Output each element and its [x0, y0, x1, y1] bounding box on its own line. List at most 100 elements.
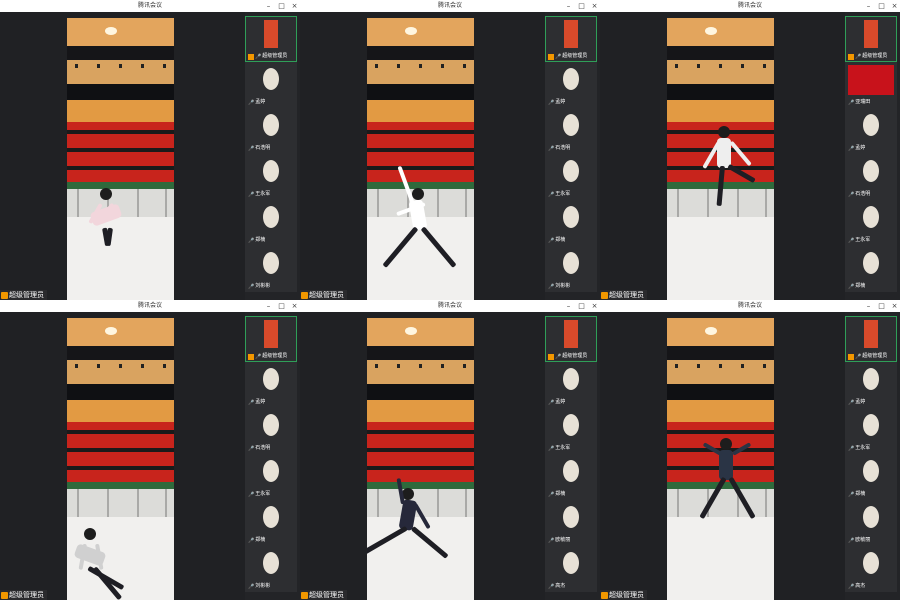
participant-tile[interactable]: 🎤 欧敏丽 — [845, 500, 897, 546]
participant-list: 🎤 超级管理员 🎤 孟婷 🎤 石浩明 🎤 王永军 🎤 郑楠 🎤 刘彬彬 — [545, 16, 597, 300]
close-button[interactable]: × — [291, 0, 298, 12]
participant-tile[interactable]: 🎤 超级管理员 — [545, 316, 597, 362]
presenter-name: 超级管理员 — [609, 591, 644, 599]
minimize-button[interactable]: – — [565, 300, 572, 312]
participant-tile[interactable]: 🎤 刘彬彬 — [245, 246, 297, 292]
mic-icon: 🎤 — [848, 399, 855, 406]
presenter-nametag: 超级管理员 — [300, 590, 347, 600]
participant-tile[interactable]: 🎤 石浩明 — [245, 408, 297, 454]
meeting-window: 腾讯会议 – □ × 超级管理员 🎤 超级管理员 🎤 亚瑞田 🎤 孟婷 🎤 石浩明 🎤 王永军 🎤 郑楠 — [600, 0, 900, 300]
participant-tile[interactable]: 🎤 郑楠 — [245, 500, 297, 546]
participant-tile[interactable]: 🎤 王永军 — [245, 454, 297, 500]
participant-name: 超级管理员 — [862, 53, 888, 59]
minimize-button[interactable]: – — [265, 0, 272, 12]
participant-tile[interactable]: 🎤 石浩明 — [845, 154, 897, 200]
participant-tile[interactable]: 🎤 欧敏丽 — [545, 500, 597, 546]
window-titlebar: 腾讯会议 – □ × — [600, 300, 900, 312]
participant-name: 郑楠 — [255, 237, 266, 243]
presenter-name: 超级管理员 — [9, 291, 44, 299]
participant-video-thumb — [264, 20, 278, 48]
maximize-button[interactable]: □ — [878, 0, 885, 12]
presenter-icon — [601, 291, 608, 299]
participant-tile[interactable]: 🎤 郑楠 — [245, 200, 297, 246]
presenter-icon — [301, 291, 308, 299]
host-icon — [548, 53, 554, 60]
spotlight — [119, 64, 122, 68]
ceiling-beam — [367, 46, 474, 60]
presenter-name: 超级管理员 — [309, 591, 344, 599]
participant-tile[interactable]: 🎤 石浩明 — [245, 108, 297, 154]
mic-icon: 🎤 — [548, 237, 555, 244]
participant-tile[interactable]: 🎤 孟婷 — [245, 362, 297, 408]
participant-label: 🎤 孟婷 — [548, 99, 565, 106]
participant-video-thumb — [564, 20, 578, 48]
ceiling-light — [705, 327, 717, 335]
participant-tile[interactable]: 🎤 王永军 — [845, 408, 897, 454]
participant-label: 🎤 超级管理员 — [548, 53, 587, 60]
avatar — [563, 460, 579, 482]
participant-tile[interactable]: 🎤 超级管理员 — [545, 16, 597, 62]
close-button[interactable]: × — [591, 300, 598, 312]
maximize-button[interactable]: □ — [878, 300, 885, 312]
avatar — [863, 114, 879, 136]
minimize-button[interactable]: – — [265, 300, 272, 312]
participant-label: 🎤 王永军 — [848, 445, 870, 452]
participant-tile[interactable]: 🎤 孟婷 — [845, 362, 897, 408]
participant-tile[interactable]: 🎤 超级管理员 — [245, 16, 297, 62]
avatar — [563, 414, 579, 436]
mic-icon: 🎤 — [548, 399, 555, 406]
meeting-window: 腾讯会议 – □ × 超级管理员 🎤 超级管理员 🎤 孟婷 🎤 王永军 🎤 郑楠 🎤 欧敏丽 🎤 高杰 — [600, 300, 900, 600]
presenter-icon — [601, 591, 608, 599]
close-button[interactable]: × — [891, 300, 898, 312]
maximize-button[interactable]: □ — [578, 0, 585, 12]
ceiling-beam — [667, 346, 774, 360]
participant-label: 🎤 高杰 — [548, 583, 565, 590]
participant-name: 王永军 — [855, 237, 871, 243]
participant-tile[interactable]: 🎤 孟婷 — [545, 62, 597, 108]
close-button[interactable]: × — [291, 300, 298, 312]
minimize-button[interactable]: – — [865, 300, 872, 312]
participant-tile[interactable]: 🎤 王永军 — [545, 408, 597, 454]
minimize-button[interactable]: – — [865, 0, 872, 12]
participant-video-thumb — [864, 20, 878, 48]
participant-tile[interactable]: 🎤 郑楠 — [545, 454, 597, 500]
participant-name: 刘彬彬 — [255, 583, 271, 589]
maximize-button[interactable]: □ — [278, 0, 285, 12]
participant-tile[interactable]: 🎤 超级管理员 — [845, 316, 897, 362]
participant-tile[interactable]: 🎤 超级管理员 — [245, 316, 297, 362]
participant-tile[interactable]: 🎤 孟婷 — [245, 62, 297, 108]
participant-tile[interactable]: 🎤 超级管理员 — [845, 16, 897, 62]
minimize-button[interactable]: – — [565, 0, 572, 12]
participant-tile[interactable]: 🎤 郑楠 — [845, 454, 897, 500]
maximize-button[interactable]: □ — [578, 300, 585, 312]
participant-tile[interactable]: 🎤 高杰 — [845, 546, 897, 592]
participant-label: 🎤 超级管理员 — [248, 53, 287, 60]
participant-label: 🎤 欧敏丽 — [548, 537, 570, 544]
participant-label: 🎤 石浩明 — [548, 145, 570, 152]
participant-tile[interactable]: 🎤 王永军 — [545, 154, 597, 200]
window-titlebar: 腾讯会议 – □ × — [300, 0, 600, 12]
participant-tile[interactable]: 🎤 刘彬彬 — [245, 546, 297, 592]
spotlight — [97, 64, 100, 68]
close-button[interactable]: × — [891, 0, 898, 12]
participant-tile[interactable]: 🎤 孟婷 — [845, 108, 897, 154]
participant-tile[interactable]: 🎤 王永军 — [845, 200, 897, 246]
participant-tile[interactable]: 🎤 郑楠 — [545, 200, 597, 246]
mic-icon: 🎤 — [248, 583, 255, 590]
participant-tile[interactable]: 🎤 亚瑞田 — [845, 62, 897, 108]
wall-post — [437, 489, 439, 517]
participant-name: 郑楠 — [855, 491, 866, 497]
participant-tile[interactable]: 🎤 刘彬彬 — [545, 246, 597, 292]
mic-icon: 🎤 — [548, 583, 555, 590]
participant-tile[interactable]: 🎤 孟婷 — [545, 362, 597, 408]
participant-tile[interactable]: 🎤 石浩明 — [545, 108, 597, 154]
participant-list: 🎤 超级管理员 🎤 孟婷 🎤 王永军 🎤 郑楠 🎤 欧敏丽 🎤 高杰 — [845, 316, 897, 600]
maximize-button[interactable]: □ — [278, 300, 285, 312]
participant-tile[interactable]: 🎤 高杰 — [545, 546, 597, 592]
participant-label: 🎤 郑楠 — [248, 237, 265, 244]
participant-label: 🎤 超级管理员 — [548, 353, 587, 360]
dancer-head — [84, 528, 96, 540]
participant-tile[interactable]: 🎤 郑楠 — [845, 246, 897, 292]
participant-tile[interactable]: 🎤 王永军 — [245, 154, 297, 200]
close-button[interactable]: × — [591, 0, 598, 12]
